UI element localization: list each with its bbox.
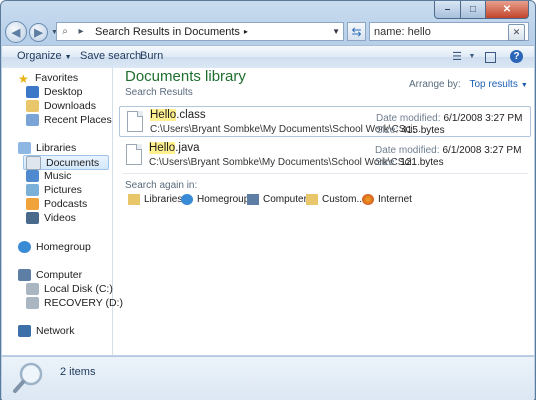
breadcrumb-chevron-icon[interactable]: ▸ <box>244 27 248 36</box>
podcasts-icon <box>26 198 39 210</box>
results-pane: Documents library Search Results Arrange… <box>113 68 534 355</box>
sidebar-item-podcasts[interactable]: Podcasts <box>26 198 87 210</box>
hard-drive-icon <box>26 283 39 295</box>
documents-icon <box>26 155 41 170</box>
page-title: Documents library <box>125 68 246 85</box>
back-arrow-icon: ◀ <box>11 26 21 39</box>
details-pane: 2 items <box>2 356 534 400</box>
network-icon <box>18 325 31 337</box>
sidebar-item-videos[interactable]: Videos <box>26 212 76 224</box>
libraries-icon <box>18 142 31 154</box>
computer-icon <box>247 194 259 205</box>
change-view-icon[interactable]: ☰ <box>449 49 465 64</box>
sidebar-item-recent-places[interactable]: Recent Places <box>26 114 112 126</box>
breadcrumb[interactable]: Search Results in Documents <box>89 26 240 38</box>
organize-button[interactable]: Organize ▼ <box>17 50 72 62</box>
result-file-name[interactable]: Hello.class <box>150 109 206 121</box>
firefox-icon <box>362 194 374 205</box>
sidebar-item-music[interactable]: Music <box>26 170 71 182</box>
explorer-window: – □ ✕ ◀ ▶ ▼ ⌕ ▸ Search Results in Docume… <box>0 0 536 400</box>
item-count: 2 items <box>60 366 96 378</box>
sidebar-libraries[interactable]: Libraries <box>18 142 76 154</box>
arrange-by: Arrange by: Top results ▼ <box>409 79 528 90</box>
refresh-icon: ⇆ <box>351 24 362 39</box>
sidebar-item-local-disk[interactable]: Local Disk (C:) <box>26 283 113 295</box>
address-dropdown-icon[interactable]: ▼ <box>332 27 340 36</box>
sidebar-item-pictures[interactable]: Pictures <box>26 184 82 196</box>
breadcrumb-chevron-icon[interactable]: ▸ <box>73 26 89 37</box>
help-icon[interactable]: ? <box>510 50 523 63</box>
downloads-folder-icon <box>26 100 39 112</box>
computer-icon <box>18 269 31 281</box>
burn-button[interactable]: Burn <box>140 50 163 62</box>
content-area: ★ Favorites Desktop Downloads Recent Pla… <box>2 68 534 355</box>
preview-pane-icon[interactable] <box>485 52 496 63</box>
result-date-modified: Date modified: 6/1/2008 3:27 PM <box>375 145 522 156</box>
search-input[interactable]: name: hello <box>374 26 431 38</box>
back-button[interactable]: ◀ <box>5 21 27 43</box>
view-options-dropdown-icon[interactable]: ▼ <box>464 49 480 64</box>
libraries-icon <box>128 194 140 205</box>
navigation-pane: ★ Favorites Desktop Downloads Recent Pla… <box>2 68 123 355</box>
address-bar[interactable]: ⌕ ▸ Search Results in Documents ▸ ▼ <box>56 22 344 41</box>
result-item[interactable]: Hello.java C:\Users\Bryant Sombke\My Doc… <box>119 140 531 171</box>
result-file-name[interactable]: Hello.java <box>149 142 200 154</box>
result-size: Size: 415 bytes <box>376 125 445 136</box>
maximize-button[interactable]: □ <box>461 1 486 19</box>
pictures-icon <box>26 184 39 196</box>
result-size: Size: 121 bytes <box>375 157 444 168</box>
star-icon: ★ <box>18 72 29 86</box>
sidebar-computer[interactable]: Computer <box>18 269 82 281</box>
chevron-down-icon[interactable]: ▼ <box>521 82 528 89</box>
sidebar-homegroup[interactable]: Homegroup <box>18 241 91 253</box>
search-again-computer[interactable]: Computer <box>247 194 307 205</box>
sidebar-item-downloads[interactable]: Downloads <box>26 100 96 112</box>
homegroup-icon <box>18 241 31 253</box>
search-again-homegroup[interactable]: Homegroup <box>181 194 249 205</box>
search-again-internet[interactable]: Internet <box>362 194 412 205</box>
homegroup-icon <box>181 194 193 205</box>
search-box[interactable]: name: hello ✕ <box>369 22 529 41</box>
videos-icon <box>26 212 39 224</box>
custom-folder-icon <box>306 194 318 205</box>
music-icon <box>26 170 39 182</box>
search-again-libraries[interactable]: Libraries <box>128 194 182 205</box>
search-again-label: Search again in: <box>125 180 198 191</box>
result-date-modified: Date modified: 6/1/2008 3:27 PM <box>376 113 523 124</box>
hard-drive-icon <box>26 297 39 309</box>
file-icon <box>126 144 142 165</box>
arrange-by-label: Arrange by: <box>409 79 461 90</box>
forward-arrow-icon: ▶ <box>34 26 43 39</box>
file-icon <box>127 111 143 132</box>
minimize-button[interactable]: – <box>434 1 461 19</box>
result-item[interactable]: Hello.class C:\Users\Bryant Sombke\My Do… <box>119 106 531 137</box>
chevron-down-icon: ▼ <box>64 54 72 61</box>
divider <box>123 173 528 174</box>
arrange-by-dropdown[interactable]: Top results <box>469 79 517 90</box>
search-folder-icon: ⌕ <box>62 26 68 37</box>
forward-button[interactable]: ▶ <box>29 22 48 42</box>
command-bar: Organize ▼ Save search Burn ☰ ▼ ? <box>2 45 534 69</box>
sidebar-item-recovery[interactable]: RECOVERY (D:) <box>26 297 123 309</box>
clear-search-button[interactable]: ✕ <box>508 24 525 41</box>
sidebar-favorites[interactable]: ★ Favorites <box>18 72 78 86</box>
sidebar-network[interactable]: Network <box>18 325 75 337</box>
navigation-buttons: ◀ ▶ ▼ <box>5 21 58 43</box>
close-button[interactable]: ✕ <box>486 1 529 19</box>
desktop-icon <box>26 86 39 98</box>
search-again-custom[interactable]: Custom... <box>306 194 365 205</box>
recent-places-icon <box>26 114 39 126</box>
page-subtitle: Search Results <box>125 87 193 98</box>
refresh-button[interactable]: ⇆ <box>347 22 366 41</box>
save-search-button[interactable]: Save search <box>80 50 141 62</box>
sidebar-item-desktop[interactable]: Desktop <box>26 86 83 98</box>
window-controls: – □ ✕ <box>434 1 529 19</box>
magnifier-icon <box>13 362 43 393</box>
sidebar-item-documents[interactable]: Documents <box>23 155 109 170</box>
